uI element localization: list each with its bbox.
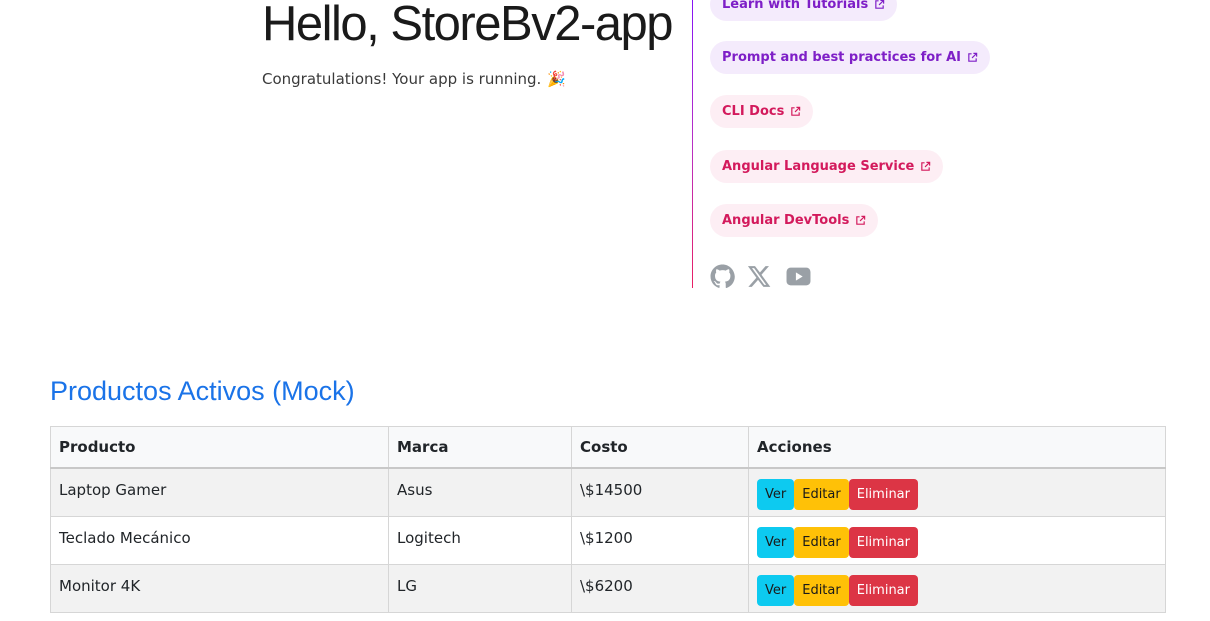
ver-button[interactable]: Ver bbox=[757, 479, 795, 510]
editar-button[interactable]: Editar bbox=[794, 575, 849, 606]
cell-marca: Logitech bbox=[388, 516, 572, 565]
column-header-producto: Producto bbox=[50, 426, 389, 469]
link-angular-devtools[interactable]: Angular DevTools bbox=[710, 204, 879, 237]
divider bbox=[692, 0, 693, 288]
party-popper-icon: 🎉 bbox=[547, 70, 566, 88]
cell-costo: \$6200 bbox=[571, 564, 749, 613]
external-link-icon bbox=[856, 215, 866, 225]
column-header-acciones: Acciones bbox=[748, 426, 1166, 469]
cell-costo: \$1200 bbox=[571, 516, 749, 565]
link-angular-language-service[interactable]: Angular Language Service bbox=[710, 150, 944, 183]
cell-acciones: Ver Editar Eliminar bbox=[748, 516, 1166, 565]
external-link-icon bbox=[791, 106, 801, 116]
cell-producto: Teclado Mecánico bbox=[50, 516, 389, 565]
link-cli-docs[interactable]: CLI Docs bbox=[710, 95, 814, 128]
link-label: Prompt and best practices for AI bbox=[722, 50, 961, 65]
cell-acciones: Ver Editar Eliminar bbox=[748, 564, 1166, 613]
ver-button[interactable]: Ver bbox=[757, 527, 795, 558]
eliminar-button[interactable]: Eliminar bbox=[848, 575, 918, 606]
cell-producto: Laptop Gamer bbox=[50, 467, 389, 517]
external-link-icon bbox=[875, 0, 885, 9]
hero-subtitle: Congratulations! Your app is running. 🎉 bbox=[262, 70, 692, 88]
products-table: Producto Marca Costo Acciones Laptop Gam… bbox=[50, 426, 1166, 613]
ver-button[interactable]: Ver bbox=[757, 575, 795, 606]
cell-marca: Asus bbox=[388, 467, 572, 517]
table-row: Laptop Gamer Asus \$14500 Ver Editar Eli… bbox=[50, 467, 1166, 517]
cell-costo: \$14500 bbox=[571, 467, 749, 517]
external-link-icon bbox=[968, 52, 978, 62]
editar-button[interactable]: Editar bbox=[794, 479, 849, 510]
external-link-icon bbox=[921, 161, 931, 171]
youtube-icon[interactable] bbox=[784, 264, 813, 289]
link-label: Angular Language Service bbox=[722, 159, 915, 174]
table-header-row: Producto Marca Costo Acciones bbox=[50, 426, 1166, 469]
column-header-marca: Marca bbox=[388, 426, 572, 469]
link-learn-tutorials[interactable]: Learn with Tutorials bbox=[710, 0, 898, 21]
link-label: Learn with Tutorials bbox=[722, 0, 869, 12]
hero-subtitle-text: Congratulations! Your app is running. bbox=[262, 70, 542, 88]
editar-button[interactable]: Editar bbox=[794, 527, 849, 558]
cell-producto: Monitor 4K bbox=[50, 564, 389, 613]
social-links bbox=[710, 264, 813, 289]
github-icon[interactable] bbox=[710, 264, 735, 289]
hero-title: Hello, StoreBv2-app bbox=[262, 0, 674, 51]
column-header-costo: Costo bbox=[571, 426, 749, 469]
link-label: CLI Docs bbox=[722, 104, 785, 119]
cell-acciones: Ver Editar Eliminar bbox=[748, 467, 1166, 517]
link-prompt-best-practices[interactable]: Prompt and best practices for AI bbox=[710, 41, 990, 74]
eliminar-button[interactable]: Eliminar bbox=[848, 479, 918, 510]
link-label: Angular DevTools bbox=[722, 213, 850, 228]
table-row: Teclado Mecánico Logitech \$1200 Ver Edi… bbox=[50, 516, 1166, 565]
products-section-title: Productos Activos (Mock) bbox=[50, 376, 355, 406]
x-icon[interactable] bbox=[747, 264, 772, 289]
table-row: Monitor 4K LG \$6200 Ver Editar Eliminar bbox=[50, 564, 1166, 613]
cell-marca: LG bbox=[388, 564, 572, 613]
page: Hello, StoreBv2-app Congratulations! You… bbox=[0, 0, 1210, 621]
hero: Hello, StoreBv2-app Congratulations! You… bbox=[262, 0, 692, 88]
eliminar-button[interactable]: Eliminar bbox=[848, 527, 918, 558]
